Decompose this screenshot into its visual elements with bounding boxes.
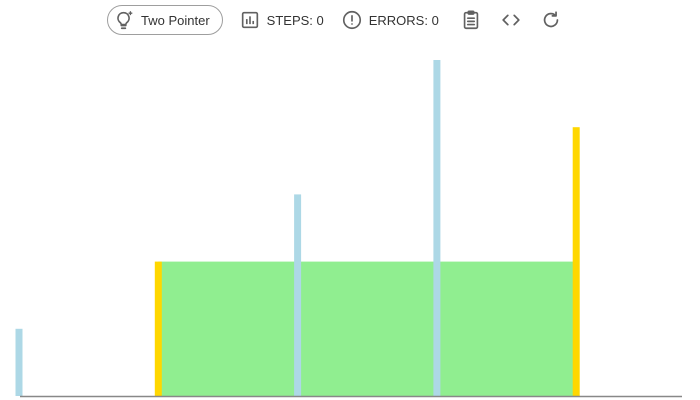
height-bar bbox=[433, 60, 441, 396]
height-bar bbox=[294, 194, 302, 396]
height-bar bbox=[15, 328, 23, 396]
pointer-bar bbox=[572, 127, 580, 396]
water-area bbox=[158, 261, 577, 396]
pointer-bar bbox=[154, 261, 162, 396]
container-visualization bbox=[15, 60, 682, 398]
